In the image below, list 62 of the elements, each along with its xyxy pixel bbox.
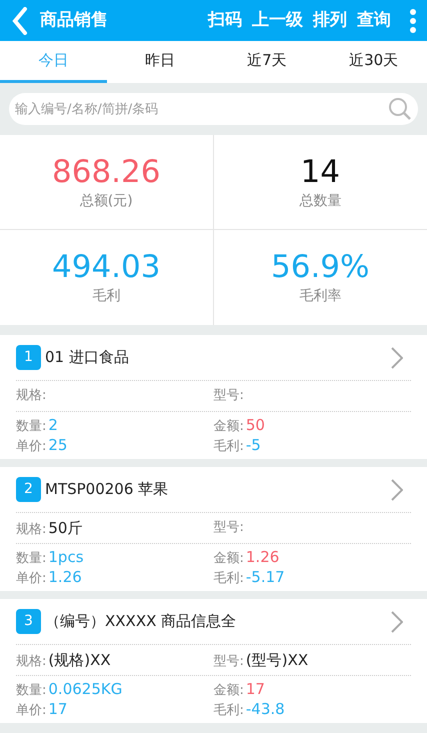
- period-tab[interactable]: 近7天: [214, 41, 320, 83]
- chevron-icon[interactable]: [391, 346, 403, 368]
- field-value: 17: [48, 698, 68, 720]
- field-label: 型号:: [214, 519, 244, 538]
- product-card[interactable]: 3 （编号）XXXXX 商品信息全 规格:(规格)XX 型号:(型号)XX 数量:0.0625KG 金额:17 单价:17 毛利:-43.8: [0, 599, 427, 723]
- field-value: 50斤: [48, 518, 82, 539]
- product-name: MTSP00206 苹果: [45, 479, 168, 500]
- field-label: 金额:: [214, 418, 244, 436]
- field-label: 数量:: [16, 550, 46, 568]
- field-label: 单价:: [16, 702, 46, 720]
- search-icon: [388, 97, 412, 121]
- field-label: 金额:: [214, 682, 244, 700]
- stat-label: 毛利率: [299, 287, 342, 306]
- field-value: 17: [246, 678, 265, 700]
- field-label: 规格:: [16, 387, 46, 406]
- field-label: 毛利:: [214, 438, 244, 456]
- stat-label: 总数量: [299, 192, 342, 210]
- index-badge: 1: [16, 345, 41, 370]
- field-label: 型号:: [214, 387, 244, 406]
- field-value: 1.26: [48, 566, 82, 588]
- more-button[interactable]: [407, 8, 419, 34]
- field-label: 型号:: [214, 652, 244, 671]
- field-label: 数量:: [16, 418, 46, 436]
- field-label: 规格:: [16, 652, 46, 671]
- index-badge: 2: [16, 477, 41, 502]
- field-label: 单价:: [16, 438, 46, 456]
- field-value: -43.8: [246, 698, 285, 720]
- more-icon: [409, 8, 417, 34]
- field-label: 规格:: [16, 520, 46, 539]
- field-value: 0.0625KG: [48, 678, 122, 700]
- field-label: 金额:: [214, 550, 244, 568]
- field-label: 毛利:: [214, 702, 244, 720]
- field-label: 单价:: [16, 570, 46, 588]
- field-label: 数量:: [16, 682, 46, 700]
- stat-value: 494.03: [52, 248, 160, 286]
- back-icon: [12, 6, 28, 34]
- field-value: 50: [246, 414, 265, 436]
- chevron-icon[interactable]: [391, 478, 403, 500]
- stat-value: 14: [300, 152, 340, 190]
- stat-label: 毛利: [92, 287, 120, 306]
- field-value: 25: [48, 434, 68, 456]
- field-value: -5: [246, 434, 261, 456]
- product-name: （编号）XXXXX 商品信息全: [45, 611, 236, 632]
- product-name: 01 进口食品: [45, 347, 129, 368]
- page-title: 商品销售: [40, 8, 108, 32]
- stat-label: 总额(元): [80, 192, 133, 210]
- search-field[interactable]: 输入编号/名称/简拼/条码: [9, 93, 418, 125]
- product-card[interactable]: 1 01 进口食品 规格: 型号: 数量:2 金额:50 单价:25 毛利:-5: [0, 335, 427, 459]
- index-badge: 3: [16, 609, 41, 634]
- field-value: -5.17: [246, 566, 285, 588]
- stat-value: 868.26: [52, 152, 160, 190]
- stat-value: 56.9%: [271, 248, 370, 286]
- field-value: 1pcs: [48, 546, 84, 568]
- chevron-icon[interactable]: [391, 610, 403, 632]
- field-value: (型号)XX: [246, 650, 308, 671]
- product-card[interactable]: 2 MTSP00206 苹果 规格:50斤 型号: 数量:1pcs 金额:1.26 单价:1.26 毛利:-5.17: [0, 467, 427, 591]
- field-value: 2: [48, 414, 58, 436]
- field-label: 毛利:: [214, 570, 244, 588]
- period-tab[interactable]: 近30天: [320, 41, 427, 83]
- period-tab[interactable]: 昨日: [106, 41, 214, 83]
- field-value: (规格)XX: [48, 650, 111, 671]
- field-value: 1.26: [246, 546, 280, 568]
